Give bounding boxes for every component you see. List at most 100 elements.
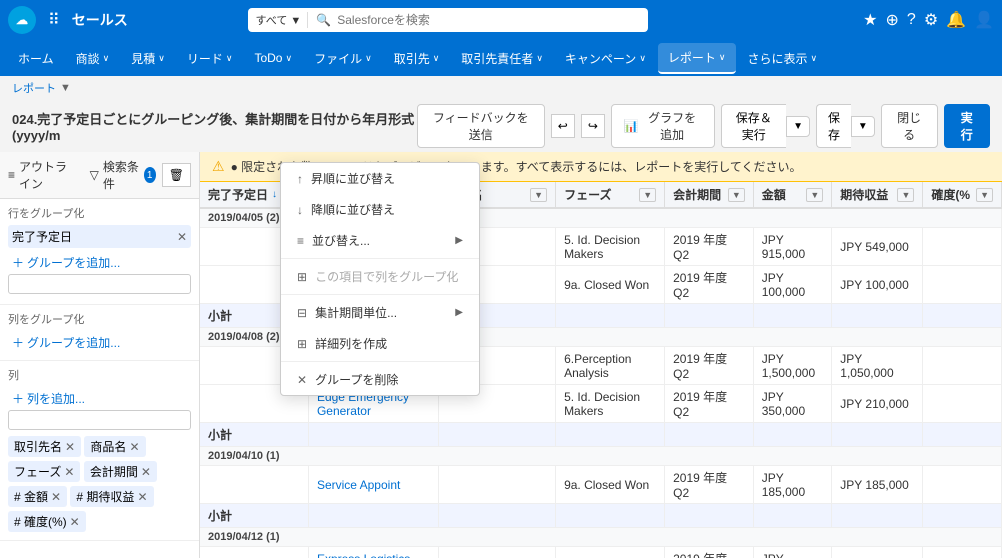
sidebar-trash-icon[interactable]: 🗑 [162,163,191,187]
nav-contacts[interactable]: 取引先責任者 ∨ [451,44,553,73]
close-button[interactable]: 閉じる [881,104,938,148]
col-amount: # 金額✕ [8,486,67,507]
favorites-icon[interactable]: ★ [863,10,877,30]
toolbar: 024.完了予定日ごとにグルーピング後、集計期間を日付から年月形式(yyyy/m… [0,100,1002,152]
secondary-navigation: ホーム 商談 ∨ 見積 ∨ リード ∨ ToDo ∨ ファイル ∨ 取引先 ∨ … [0,40,1002,76]
nav-more[interactable]: さらに表示 ∨ [738,44,828,73]
menu-create-detail-col[interactable]: ⊞ 詳細列を作成 [281,328,479,359]
menu-group-by-col: ⊞ この項目で列をグループ化 [281,261,479,292]
group-col-icon: ⊞ [297,270,307,284]
menu-divider-1 [281,258,479,259]
breadcrumb: レポート ▼ [0,76,1002,100]
col-period: 会計期間✕ [84,461,157,482]
filter-expected-btn[interactable]: ▼ [897,188,914,202]
group-item-date: 完了予定日 ✕ [8,225,191,248]
add-col-group-button[interactable]: ＋ グループを追加... [8,331,191,354]
nav-deals[interactable]: 商談 ∨ [66,44,120,73]
search-input[interactable] [337,13,639,27]
filter-period-btn[interactable]: ▼ [728,188,745,202]
remove-col-product[interactable]: ✕ [129,440,139,454]
submenu-arrow: ▶ [455,235,463,246]
add-chart-button[interactable]: 📊 グラフを追加 [611,104,715,148]
th-amount[interactable]: 金額▼ [753,182,832,208]
chart-icon: 📊 [624,119,639,133]
sort-desc-icon: ↓ [297,203,303,217]
nav-accounts[interactable]: 取引先 ∨ [384,44,450,73]
nav-todo[interactable]: ToDo ∨ [244,45,302,71]
th-period[interactable]: 会計期間▼ [665,182,754,208]
account-link[interactable]: Service Appoint [308,466,438,504]
save-run-split: 保存＆実行 ▼ [721,104,811,148]
breadcrumb-link[interactable]: レポート [12,80,56,96]
col-phase: フェーズ✕ [8,461,80,482]
column-search-input[interactable] [8,410,191,430]
nav-home[interactable]: ホーム [8,44,64,73]
group-row-0410: 2019/04/10 (1) [200,447,1002,466]
filter-prob-btn[interactable]: ▼ [976,188,993,202]
remove-col-period[interactable]: ✕ [141,465,151,479]
menu-aggregate-period[interactable]: ⊟ 集計期間単位... ▶ [281,297,479,328]
save-run-dropdown[interactable]: ▼ [786,116,810,137]
add-column-button[interactable]: ＋ 列を追加... [8,387,191,410]
save-button[interactable]: 保存 [816,104,851,148]
remove-col-prob[interactable]: ✕ [70,515,80,529]
col-prob: # 確度(%)✕ [8,511,86,532]
add-icon[interactable]: ⊕ [886,10,899,30]
user-avatar[interactable]: 👤 [974,10,994,30]
nav-reports[interactable]: レポート ∨ [658,43,736,74]
save-run-button[interactable]: 保存＆実行 [721,104,787,148]
remove-group-date[interactable]: ✕ [177,230,187,244]
table-row: Service Appoint 9a. Closed Won 2019 年度 Q… [200,466,1002,504]
feedback-button[interactable]: フィードバックを送信 [417,104,545,148]
subtotal-row: 小計 [200,423,1002,447]
undo-button[interactable]: ↩ [551,114,575,138]
nav-files[interactable]: ファイル ∨ [304,44,382,73]
breadcrumb-chevron: ▼ [60,82,71,94]
nav-leads[interactable]: リード ∨ [177,44,243,73]
remove-col-expected[interactable]: ✕ [137,490,147,504]
submenu-arrow-2: ▶ [455,307,463,318]
outline-tab[interactable]: ≡ アウトライン [8,158,76,192]
search-icon: 🔍 [316,13,331,27]
group-row-0412: 2019/04/12 (1) [200,528,1002,547]
menu-sort-desc[interactable]: ↓ 降順に並び替え [281,194,479,225]
period-icon: ⊟ [297,306,307,320]
help-icon[interactable]: ? [907,11,916,29]
remove-col-phase[interactable]: ✕ [64,465,74,479]
menu-sort-custom[interactable]: ≡ 並び替え... ▶ [281,225,479,256]
app-launcher-icon[interactable]: ⠿ [44,6,64,34]
filter-phase-btn[interactable]: ▼ [639,188,656,202]
col-product: 商品名✕ [84,436,145,457]
save-split: 保存 ▼ [816,104,875,148]
search-dropdown[interactable]: すべて ▼ [256,12,309,28]
col-account: 取引先名✕ [8,436,81,457]
filter-tab[interactable]: ▽ 検索条件 1 [90,158,156,192]
run-button[interactable]: 実行 [944,104,990,148]
group-cols-section: 列をグループ化 ＋ グループを追加... [0,305,199,361]
settings-icon[interactable]: ⚙ [924,10,938,30]
sidebar: ≡ アウトライン ▽ 検索条件 1 🗑 行をグループ化 完了予定日 ✕ ＋ グル… [0,152,200,558]
report-title: 024.完了予定日ごとにグルーピング後、集計期間を日付から年月形式(yyyy/m [12,109,417,143]
filter-amount-btn[interactable]: ▼ [806,188,823,202]
group-search-input[interactable] [8,274,191,294]
subtotal-row: 小計 [200,504,1002,528]
menu-sort-asc[interactable]: ↑ 昇順に並び替え [281,163,479,194]
filter-product-btn[interactable]: ▼ [530,188,547,202]
org-name: セールス [72,10,128,30]
redo-button[interactable]: ↪ [581,114,605,138]
add-group-button[interactable]: ＋ グループを追加... [8,251,191,274]
table-row: Express Logistics and Transport Content … [200,547,1002,558]
th-phase[interactable]: フェーズ▼ [556,182,665,208]
nav-campaigns[interactable]: キャンペーン ∨ [555,44,656,73]
th-expected[interactable]: 期待収益▼ [832,182,923,208]
th-prob[interactable]: 確度(%▼ [923,182,1002,208]
save-dropdown[interactable]: ▼ [851,116,875,137]
notification-icon[interactable]: 🔔 [946,10,966,30]
remove-col-account[interactable]: ✕ [65,440,75,454]
nav-icons: ★ ⊕ ? ⚙ 🔔 👤 [863,10,994,30]
nav-quotes[interactable]: 見積 ∨ [121,44,175,73]
sort-asc-icon: ↑ [297,172,303,186]
account-link[interactable]: Express Logistics and Transport [308,547,438,558]
menu-delete-group[interactable]: ✕ グループを削除 [281,364,479,395]
remove-col-amount[interactable]: ✕ [51,490,61,504]
